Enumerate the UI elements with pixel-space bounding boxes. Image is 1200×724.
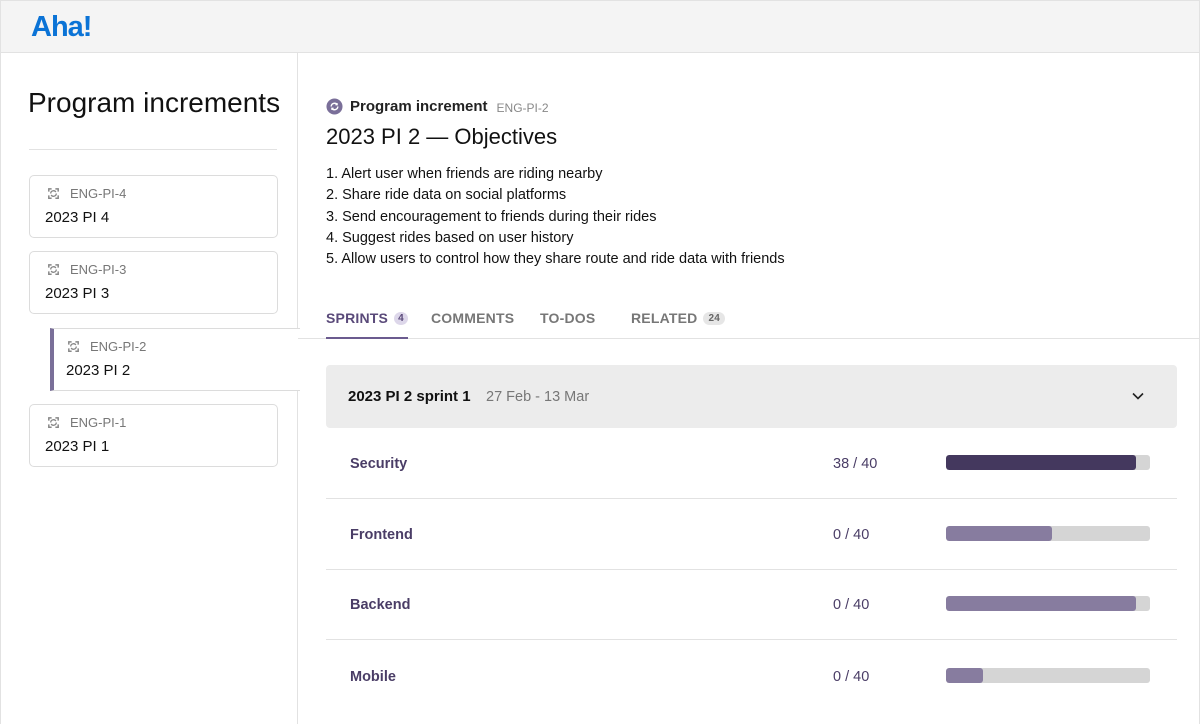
tab-comments[interactable]: COMMENTS — [431, 310, 514, 326]
program-increment-icon — [66, 339, 81, 354]
objective-item: 4. Suggest rides based on user history — [326, 228, 785, 249]
team-row-security[interactable]: Security 38 / 40 — [326, 428, 1177, 499]
pi-name: 2023 PI 4 — [45, 209, 109, 226]
pi-name: 2023 PI 3 — [45, 285, 109, 302]
capacity-bar — [946, 526, 1150, 541]
pi-ref: ENG-PI-4 — [70, 186, 126, 201]
team-capacity: 0 / 40 — [833, 597, 869, 613]
chevron-down-icon[interactable] — [1131, 389, 1145, 403]
tab-related[interactable]: RELATED 24 — [631, 310, 725, 326]
team-capacity: 0 / 40 — [833, 669, 869, 685]
tab-label: SPRINTS — [326, 310, 388, 326]
pi-ref: ENG-PI-2 — [90, 339, 146, 354]
sidebar-item-eng-pi-1[interactable]: ENG-PI-1 2023 PI 1 — [29, 404, 278, 467]
record-detail: Program increment ENG-PI-2 2023 PI 2 — O… — [298, 53, 1200, 724]
tab-bar: SPRINTS 4 COMMENTS TO-DOS RELATED 24 — [298, 298, 1200, 339]
record-ref[interactable]: ENG-PI-2 — [497, 101, 549, 115]
tab-count-badge: 4 — [394, 312, 408, 325]
tab-sprints[interactable]: SPRINTS 4 — [326, 310, 408, 326]
sprint-dates: 27 Feb - 13 Mar — [486, 389, 589, 405]
objective-item: 5. Allow users to control how they share… — [326, 249, 785, 270]
pi-name: 2023 PI 1 — [45, 438, 109, 455]
capacity-bar — [946, 455, 1150, 470]
sidebar-item-eng-pi-4[interactable]: ENG-PI-4 2023 PI 4 — [29, 175, 278, 238]
objective-item: 3. Send encouragement to friends during … — [326, 207, 785, 228]
sidebar-divider — [29, 149, 277, 150]
program-increment-icon — [46, 262, 61, 277]
team-name[interactable]: Mobile — [350, 669, 396, 685]
team-name[interactable]: Frontend — [350, 527, 413, 543]
pi-name: 2023 PI 2 — [66, 362, 130, 379]
record-type-header: Program increment ENG-PI-2 — [326, 98, 549, 115]
capacity-bar — [946, 668, 1150, 683]
program-increment-icon — [46, 415, 61, 430]
tab-label: COMMENTS — [431, 310, 514, 326]
page-title[interactable]: 2023 PI 2 — Objectives — [326, 124, 557, 150]
tab-count-badge: 24 — [703, 312, 725, 325]
objectives-list[interactable]: 1. Alert user when friends are riding ne… — [326, 164, 785, 270]
pi-ref: ENG-PI-1 — [70, 415, 126, 430]
tab-label: RELATED — [631, 310, 697, 326]
pi-ref: ENG-PI-3 — [70, 262, 126, 277]
objective-item: 1. Alert user when friends are riding ne… — [326, 164, 785, 185]
team-row-frontend[interactable]: Frontend 0 / 40 — [326, 499, 1177, 570]
sprint-header[interactable]: 2023 PI 2 sprint 1 27 Feb - 13 Mar — [326, 365, 1177, 428]
team-capacity: 38 / 40 — [833, 456, 877, 472]
team-name[interactable]: Security — [350, 456, 407, 472]
team-row-mobile[interactable]: Mobile 0 / 40 — [326, 641, 1177, 712]
top-bar: Aha! — [0, 0, 1200, 53]
objective-item: 2. Share ride data on social platforms — [326, 185, 785, 206]
tab-to-dos[interactable]: TO-DOS — [540, 310, 595, 326]
capacity-bar-fill — [946, 526, 1052, 541]
capacity-bar-fill — [946, 668, 983, 683]
sidebar: Program increments ENG-PI-4 2023 PI 4 EN… — [0, 53, 298, 724]
program-increment-icon — [46, 186, 61, 201]
capacity-bar-fill — [946, 596, 1136, 611]
sidebar-item-eng-pi-2[interactable]: ENG-PI-2 2023 PI 2 — [50, 328, 300, 391]
tab-label: TO-DOS — [540, 310, 595, 326]
aha-logo[interactable]: Aha! — [31, 11, 91, 44]
sprint-name: 2023 PI 2 sprint 1 — [348, 388, 471, 405]
program-increment-icon — [326, 98, 343, 115]
record-type-label: Program increment — [350, 98, 488, 115]
capacity-bar — [946, 596, 1150, 611]
sidebar-item-eng-pi-3[interactable]: ENG-PI-3 2023 PI 3 — [29, 251, 278, 314]
team-name[interactable]: Backend — [350, 597, 410, 613]
team-capacity: 0 / 40 — [833, 527, 869, 543]
capacity-bar-fill — [946, 455, 1136, 470]
team-row-backend[interactable]: Backend 0 / 40 — [326, 569, 1177, 640]
sidebar-title: Program increments — [28, 87, 280, 119]
